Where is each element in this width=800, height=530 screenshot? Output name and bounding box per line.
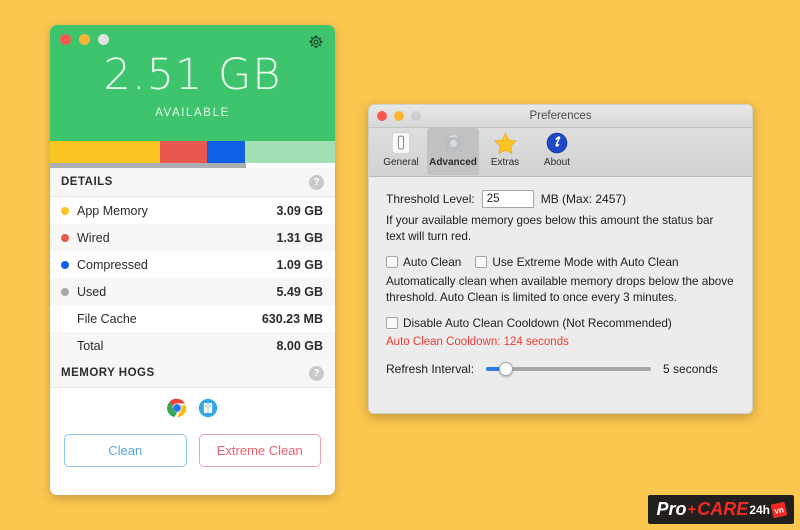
- memory-bar-segment: [245, 141, 335, 163]
- details-title: DETAILS: [61, 176, 113, 188]
- star-icon: [492, 130, 518, 156]
- tab-label: About: [543, 157, 571, 168]
- watermark-tld: vn: [770, 501, 788, 518]
- threshold-input[interactable]: [481, 190, 534, 208]
- details-row-label: Compressed: [77, 257, 148, 272]
- details-row-value: 1.09 GB: [276, 257, 323, 272]
- extreme-clean-button[interactable]: Extreme Clean: [198, 434, 321, 467]
- details-row: File Cache 630.23 MB: [50, 305, 335, 332]
- disable-cooldown-label: Disable Auto Clean Cooldown (Not Recomme…: [403, 316, 672, 330]
- memory-usage-bar: [50, 141, 335, 163]
- legend-dot-icon: [61, 315, 69, 323]
- action-buttons: Clean Extreme Clean: [50, 428, 335, 467]
- memory-bar-segment: [50, 141, 160, 163]
- details-row: Used 5.49 GB: [50, 278, 335, 305]
- details-row-label: Total: [77, 338, 104, 353]
- disable-cooldown-checkbox[interactable]: [386, 317, 398, 329]
- watermark-pro: Pro: [656, 499, 687, 519]
- legend-dot-icon: [61, 233, 69, 242]
- tab-label: Extras: [490, 157, 520, 168]
- details-help-icon[interactable]: ?: [309, 174, 324, 190]
- auto-clean-row: Auto Clean Use Extreme Mode with Auto Cl…: [386, 255, 735, 269]
- tab-extras[interactable]: Extras: [479, 128, 531, 175]
- details-row: Compressed 1.09 GB: [50, 251, 335, 278]
- dictionary-icon[interactable]: [198, 398, 218, 418]
- memory-bar-segment: [160, 141, 207, 163]
- legend-dot-icon: [61, 206, 69, 215]
- phone-icon: [388, 130, 414, 156]
- gear-icon: [440, 130, 466, 156]
- threshold-description: If your available memory goes below this…: [386, 214, 714, 243]
- preferences-window: Preferences General Advanced Extras About T…: [368, 104, 753, 414]
- details-row-value: 3.09 GB: [276, 203, 323, 218]
- details-row-value: 1.31 GB: [276, 230, 323, 245]
- zoom-button[interactable]: [98, 34, 109, 45]
- watermark-logo: Pro + CARE 24h vn: [647, 495, 794, 524]
- preferences-titlebar: Preferences: [369, 105, 752, 128]
- memory-hogs-title: MEMORY HOGS: [61, 367, 155, 379]
- details-list: App Memory 3.09 GB Wired 1.31 GB Compressed 1…: [50, 197, 335, 359]
- tab-general[interactable]: General: [375, 128, 427, 175]
- memory-app-window: 2.51 GB AVAILABLE DETAILS ? App Memory 3.…: [50, 25, 335, 495]
- preferences-window-controls: [377, 111, 421, 121]
- auto-clean-label: Auto Clean: [403, 255, 462, 269]
- refresh-interval-row: Refresh Interval: 5 seconds: [386, 362, 735, 376]
- details-row-label: Used: [77, 284, 107, 299]
- extreme-mode-label: Use Extreme Mode with Auto Clean: [492, 255, 679, 269]
- refresh-interval-value: 5 seconds: [663, 362, 718, 376]
- watermark-care: CARE: [697, 499, 749, 519]
- memory-hogs-section-header: MEMORY HOGS ?: [50, 359, 335, 388]
- watermark-plus: +: [687, 501, 697, 518]
- refresh-interval-label: Refresh Interval:: [386, 362, 475, 376]
- preferences-minimize-button[interactable]: [394, 111, 404, 121]
- cooldown-status: Auto Clean Cooldown: 124 seconds: [386, 336, 569, 348]
- preferences-tabbar: General Advanced Extras About: [369, 128, 752, 177]
- details-row: Wired 1.31 GB: [50, 224, 335, 251]
- auto-clean-checkbox[interactable]: [386, 256, 398, 268]
- close-button[interactable]: [60, 34, 71, 45]
- memory-hogs-help-icon[interactable]: ?: [309, 365, 324, 381]
- preferences-title: Preferences: [529, 110, 592, 122]
- details-row: App Memory 3.09 GB: [50, 197, 335, 224]
- details-row-value: 630.23 MB: [261, 311, 323, 326]
- legend-dot-icon: [61, 260, 69, 269]
- window-controls: [60, 34, 109, 45]
- legend-dot-icon: [61, 287, 69, 296]
- refresh-interval-slider[interactable]: [486, 362, 652, 376]
- details-row-label: Wired: [77, 230, 110, 245]
- memory-bar-segment: [206, 141, 246, 163]
- available-memory-value: 2.51 GB: [103, 50, 282, 100]
- preferences-body-advanced: Threshold Level: MB (Max: 2457) If your …: [369, 177, 752, 413]
- tab-label: General: [383, 157, 419, 168]
- tab-label: Advanced: [429, 157, 477, 168]
- clean-button[interactable]: Clean: [64, 434, 187, 467]
- details-row-value: 5.49 GB: [276, 284, 323, 299]
- details-row: Total 8.00 GB: [50, 332, 335, 359]
- extreme-mode-checkbox[interactable]: [475, 256, 488, 268]
- legend-dot-icon: [61, 342, 69, 350]
- chrome-icon[interactable]: [167, 398, 187, 418]
- info-icon: [544, 130, 570, 156]
- preferences-zoom-button[interactable]: [411, 111, 421, 121]
- memory-hogs-app-list: [50, 388, 335, 428]
- minimize-button[interactable]: [79, 34, 90, 45]
- memory-header: 2.51 GB AVAILABLE: [50, 25, 335, 141]
- threshold-row: Threshold Level: MB (Max: 2457): [386, 190, 735, 208]
- tab-about[interactable]: About: [531, 128, 583, 175]
- available-label: AVAILABLE: [155, 107, 230, 119]
- watermark-suffix: 24h: [749, 502, 770, 517]
- gear-icon[interactable]: [307, 33, 325, 51]
- slider-knob[interactable]: [499, 362, 514, 376]
- memory-bar-underline: [50, 163, 335, 168]
- cooldown-row: Disable Auto Clean Cooldown (Not Recomme…: [386, 316, 735, 330]
- tab-advanced[interactable]: Advanced: [427, 128, 479, 175]
- threshold-unit-note: MB (Max: 2457): [540, 192, 627, 206]
- details-row-value: 8.00 GB: [276, 338, 323, 353]
- details-row-label: App Memory: [77, 203, 148, 218]
- threshold-label: Threshold Level:: [386, 192, 475, 206]
- preferences-close-button[interactable]: [377, 111, 387, 121]
- details-section-header: DETAILS ?: [50, 168, 335, 197]
- details-row-label: File Cache: [77, 311, 137, 326]
- auto-clean-description: Automatically clean when available memor…: [386, 275, 734, 304]
